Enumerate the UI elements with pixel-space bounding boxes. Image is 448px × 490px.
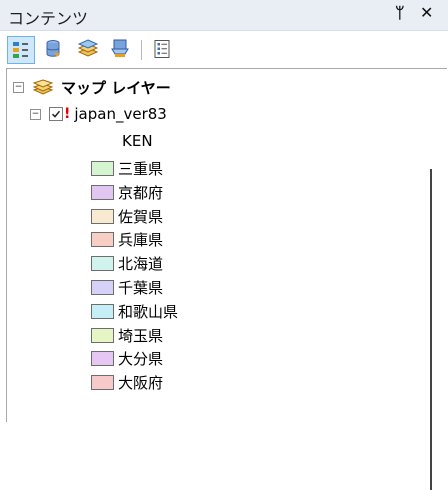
legend-item-label: 和歌山県 bbox=[118, 302, 179, 321]
legend-item-label: 京都府 bbox=[118, 183, 164, 202]
list-by-drawing-order-button[interactable] bbox=[7, 36, 35, 64]
legend-item-label: 三重県 bbox=[118, 159, 164, 178]
legend-item[interactable]: 佐賀県 bbox=[91, 206, 163, 226]
color-swatch[interactable] bbox=[91, 327, 114, 343]
legend-item[interactable]: 三重県 bbox=[91, 158, 163, 178]
toolbar-separator bbox=[141, 40, 142, 60]
legend-item-label: 大分県 bbox=[118, 349, 164, 368]
layer-visibility-checkbox[interactable] bbox=[49, 107, 63, 121]
color-swatch[interactable] bbox=[91, 184, 114, 200]
legend-item[interactable]: 北海道 bbox=[91, 253, 163, 273]
collapse-icon[interactable]: − bbox=[13, 81, 24, 93]
contents-toolbar bbox=[0, 31, 448, 68]
layer-name: japan_ver83 bbox=[74, 105, 167, 123]
close-icon[interactable]: ✕ bbox=[420, 3, 433, 22]
scrollbar[interactable] bbox=[430, 169, 432, 490]
options-button[interactable] bbox=[149, 36, 175, 62]
legend-item-label: 北海道 bbox=[118, 254, 164, 273]
color-swatch[interactable] bbox=[91, 208, 114, 224]
database-icon bbox=[46, 40, 60, 57]
check-icon bbox=[51, 110, 61, 118]
options-list-icon bbox=[154, 40, 170, 58]
legend-item-label: 千葉県 bbox=[118, 278, 164, 297]
color-swatch[interactable] bbox=[91, 374, 114, 390]
collapse-icon[interactable]: − bbox=[30, 108, 41, 120]
color-swatch[interactable] bbox=[91, 279, 114, 295]
list-by-visibility-button[interactable] bbox=[75, 36, 101, 62]
broken-data-warning-icon: ! bbox=[64, 106, 71, 122]
panel-title: コンテンツ bbox=[8, 9, 89, 28]
layers-icon bbox=[32, 79, 54, 95]
legend-item-label: 兵庫県 bbox=[118, 230, 164, 249]
legend-item[interactable]: 大分県 bbox=[91, 348, 163, 368]
map-layers-label: マップ レイヤー bbox=[61, 78, 171, 97]
map-layers-node[interactable]: − マップ レイヤー bbox=[13, 77, 171, 97]
color-swatch[interactable] bbox=[91, 303, 114, 319]
legend-item[interactable]: 埼玉県 bbox=[91, 325, 163, 345]
legend-item[interactable]: 京都府 bbox=[91, 182, 163, 202]
legend-item-label: 埼玉県 bbox=[118, 326, 164, 345]
pin-icon[interactable]: ᛘ bbox=[395, 3, 405, 22]
legend-item-label: 佐賀県 bbox=[118, 207, 164, 226]
legend-item[interactable]: 兵庫県 bbox=[91, 229, 163, 249]
drawing-order-icon bbox=[13, 42, 28, 58]
color-swatch[interactable] bbox=[91, 350, 114, 366]
panel-title-bar: コンテンツ ᛘ ✕ bbox=[0, 0, 448, 31]
color-swatch[interactable] bbox=[91, 160, 114, 176]
color-swatch[interactable] bbox=[91, 255, 114, 271]
list-by-source-button[interactable] bbox=[40, 36, 66, 62]
layer-japan-ver83[interactable]: − ! japan_ver83 bbox=[30, 104, 167, 124]
list-by-selection-button[interactable] bbox=[107, 36, 133, 62]
legend-item[interactable]: 和歌山県 bbox=[91, 301, 178, 321]
symbology-field-heading: KEN bbox=[122, 131, 153, 151]
field-label: KEN bbox=[122, 132, 153, 150]
layers-icon bbox=[77, 39, 99, 57]
legend-item[interactable]: 千葉県 bbox=[91, 277, 163, 297]
legend-item-label: 大阪府 bbox=[118, 373, 164, 392]
legend-item[interactable]: 大阪府 bbox=[91, 372, 163, 392]
color-swatch[interactable] bbox=[91, 231, 114, 247]
selection-icon bbox=[111, 39, 129, 57]
